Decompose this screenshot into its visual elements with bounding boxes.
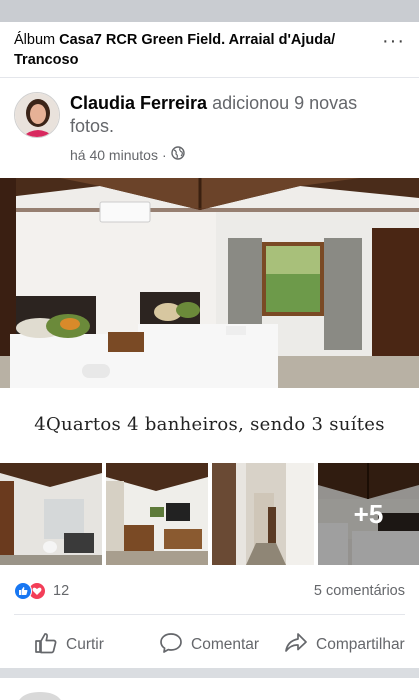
thumbnail-3[interactable] [212, 463, 314, 565]
thumbnail-strip: +5 [0, 463, 419, 565]
author-avatar[interactable] [14, 92, 60, 138]
actions-divider [14, 614, 405, 615]
main-photo[interactable] [0, 178, 419, 388]
like-icon [14, 582, 32, 600]
action-bar: Curtir Comentar Compartilhar [0, 625, 419, 665]
more-photos-overlay[interactable]: +5 [318, 463, 419, 565]
thumbnail-4[interactable]: +5 [318, 463, 419, 565]
comment-bubble-icon [159, 632, 183, 659]
share-label: Compartilhar [316, 636, 405, 653]
like-button[interactable]: Curtir [34, 625, 104, 665]
like-label: Curtir [66, 636, 104, 653]
post-card: Álbum Casa7 RCR Green Field. Arraial d'A… [0, 22, 419, 668]
reaction-count: 12 [53, 583, 70, 599]
post-headline: Claudia Ferreira adicionou 9 novas fotos… [70, 92, 405, 138]
top-divider-bar [0, 0, 419, 22]
post-timestamp[interactable]: há 40 minutos [70, 147, 158, 163]
share-arrow-icon [284, 632, 308, 659]
thumbnail-1[interactable] [0, 463, 102, 565]
next-post-card-edge [0, 678, 419, 700]
comment-button[interactable]: Comentar [159, 625, 259, 665]
more-options-icon[interactable]: ··· [382, 31, 405, 51]
next-post-avatar [19, 692, 61, 700]
thumbs-up-icon [34, 632, 58, 659]
meta-separator: · [161, 146, 167, 163]
album-name[interactable]: Casa7 RCR Green Field. Arraial d'Ajuda/ … [14, 32, 335, 68]
album-prefix: Álbum [14, 32, 60, 48]
post-caption: 4Quartos 4 banheiros, sendo 3 suítes [34, 414, 385, 435]
comments-count[interactable]: 5 comentários [314, 583, 405, 599]
globe-icon [170, 146, 185, 163]
post-meta: há 40 minutos · [70, 146, 185, 163]
thumbnail-2[interactable] [106, 463, 208, 565]
reaction-summary[interactable]: 12 [14, 582, 69, 600]
album-header[interactable]: Álbum Casa7 RCR Green Field. Arraial d'A… [14, 30, 374, 70]
header-divider [0, 77, 419, 78]
comment-label: Comentar [191, 636, 260, 653]
author-name[interactable]: Claudia Ferreira [70, 93, 207, 113]
share-button[interactable]: Compartilhar [284, 625, 405, 665]
